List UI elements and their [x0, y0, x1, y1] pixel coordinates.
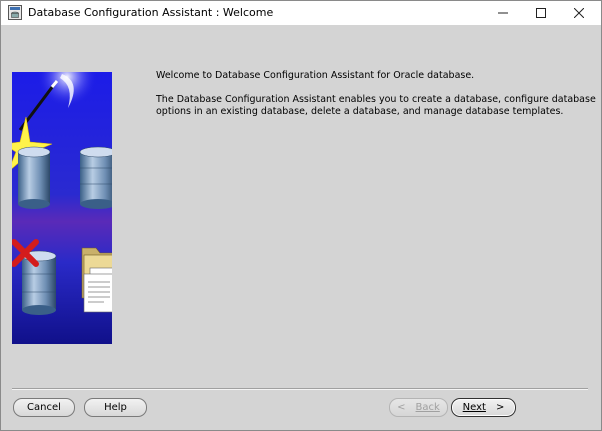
chevron-left-icon: < — [397, 402, 406, 413]
welcome-content: Welcome to Database Configuration Assist… — [156, 70, 596, 130]
oracle-app-icon[interactable] — [8, 5, 22, 20]
window-title: Database Configuration Assistant : Welco… — [28, 6, 274, 19]
back-button-label: Back — [415, 402, 440, 413]
minimize-button[interactable] — [485, 1, 521, 25]
close-icon — [574, 8, 584, 18]
close-button[interactable] — [561, 1, 597, 25]
database-icon — [17, 146, 51, 209]
maximize-button[interactable] — [523, 1, 559, 25]
database-options-icon — [79, 146, 112, 209]
minimize-icon — [498, 12, 508, 14]
welcome-description: The Database Configuration Assistant ena… — [156, 94, 596, 117]
chevron-right-icon: > — [495, 402, 505, 413]
help-button-label: Help — [104, 402, 127, 413]
cancel-button-label: Cancel — [27, 402, 61, 413]
back-button[interactable]: < Back — [389, 398, 448, 417]
button-bar-separator — [12, 388, 588, 390]
cancel-button[interactable]: Cancel — [13, 398, 75, 417]
next-button[interactable]: Next > — [451, 398, 516, 417]
dialog-window: Database Configuration Assistant : Welco… — [0, 0, 602, 431]
title-bar[interactable]: Database Configuration Assistant : Welco… — [1, 1, 601, 25]
maximize-icon — [536, 8, 546, 18]
help-button[interactable]: Help — [84, 398, 147, 417]
next-button-label: Next — [462, 402, 486, 413]
template-folder-icon — [81, 247, 112, 313]
welcome-illustration — [12, 72, 112, 344]
welcome-heading: Welcome to Database Configuration Assist… — [156, 70, 475, 81]
